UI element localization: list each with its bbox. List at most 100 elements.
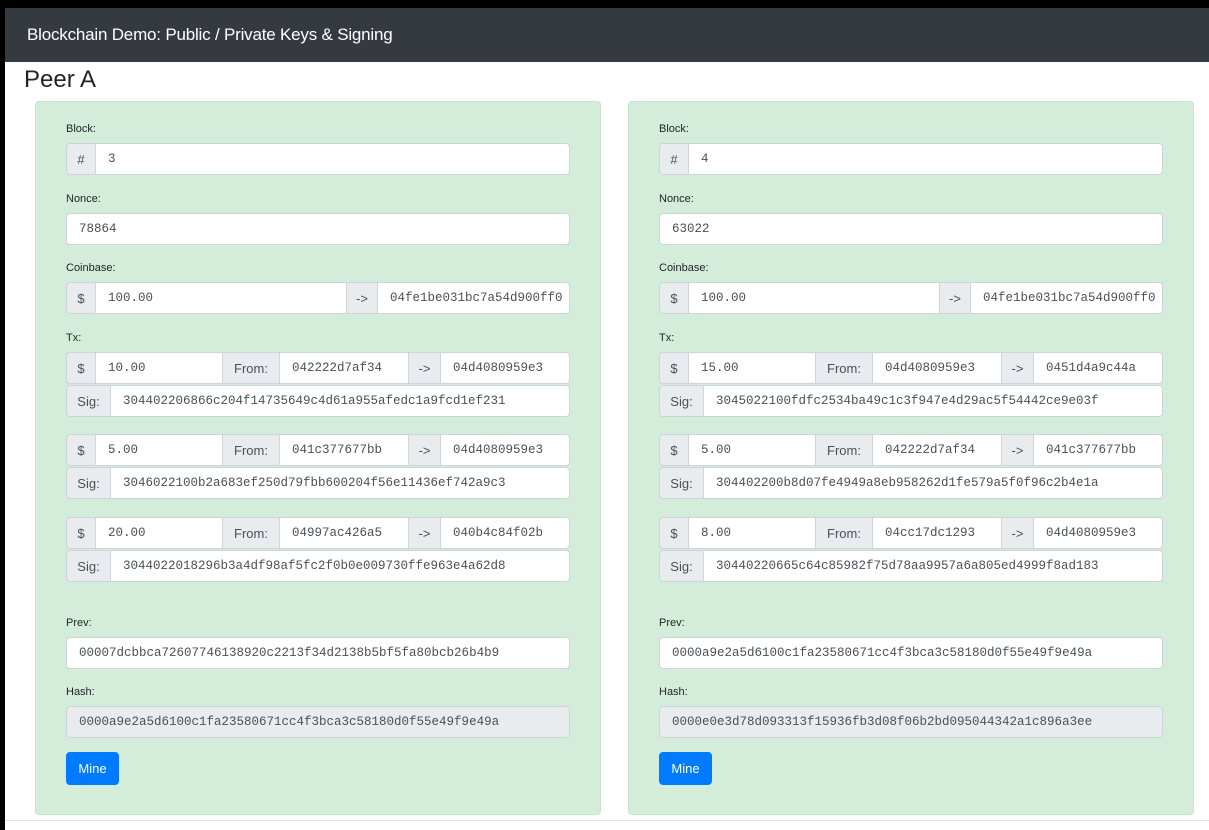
tx-sig-input[interactable]: 30440220665c64c85982f75d78aa9957a6a805ed… [703,550,1163,582]
mine-button[interactable]: Mine [66,752,119,785]
arrow-addon: -> [1001,352,1034,384]
tx-from-input[interactable]: 042222d7af34 [279,352,409,384]
tx-sig-row: Sig: 304402206866c204f14735649c4d61a955a… [66,385,570,417]
prev-value: 00007dcbbca72607746138920c2213f34d2138b5… [79,646,500,660]
tx-sig-row: Sig: 3046022100b2a683ef250d79fbb600204f5… [66,467,570,499]
dollar-addon: $ [66,352,96,384]
sig-addon: Sig: [66,385,111,417]
tx-to-input[interactable]: 04d4080959e3 [440,434,570,466]
hash-label: Hash: [659,686,688,698]
tx-sig-row: Sig: 3044022018296b3a4df98af5fc2f0b0e009… [66,550,570,582]
nonce-value: 63022 [672,222,710,236]
tx-sig-row: Sig: 30440220665c64c85982f75d78aa9957a6a… [659,550,1163,582]
tx-to-input[interactable]: 040b4c84f02b [440,517,570,549]
coinbase-group: $ 100.00 -> 04fe1be031bc7a54d900ff0 [66,282,570,314]
coinbase-label: Coinbase: [66,262,116,274]
prev-value: 0000a9e2a5d6100c1fa23580671cc4f3bca3c581… [672,646,1093,660]
nonce-label: Nonce: [66,193,101,205]
dollar-addon: $ [659,434,689,466]
nonce-input[interactable]: 78864 [66,213,570,245]
hash-field: 0000a9e2a5d6100c1fa23580671cc4f3bca3c581… [66,706,570,738]
from-addon: From: [222,434,280,466]
navbar: Blockchain Demo: Public / Private Keys &… [5,8,1209,62]
block-label: Block: [66,123,96,135]
tx-row: $ 5.00 From: 042222d7af34 -> 041c377677b… [659,434,1163,466]
tx-sig-input[interactable]: 3046022100b2a683ef250d79fbb600204f56e114… [110,467,570,499]
dollar-addon: $ [659,517,689,549]
block-number-group: # 3 [66,143,570,175]
tx-from-input[interactable]: 042222d7af34 [872,434,1002,466]
tx-row: $ 10.00 From: 042222d7af34 -> 04d4080959… [66,352,570,384]
arrow-addon: -> [1001,434,1034,466]
tx-amount-input[interactable]: 5.00 [688,434,816,466]
prev-label: Prev: [66,617,92,629]
tx-from-input[interactable]: 04d4080959e3 [872,352,1002,384]
dollar-addon: $ [66,282,96,314]
coinbase-amount-input[interactable]: 100.00 [95,282,347,314]
tx-amount-input[interactable]: 8.00 [688,517,816,549]
coinbase-amount-input[interactable]: 100.00 [688,282,940,314]
tx-to-input[interactable]: 0451d4a9c44a [1033,352,1163,384]
coinbase-to-input[interactable]: 04fe1be031bc7a54d900ff0 [970,282,1163,314]
coinbase-label: Coinbase: [659,262,709,274]
nonce-label: Nonce: [659,193,694,205]
dollar-addon: $ [659,282,689,314]
mine-button[interactable]: Mine [659,752,712,785]
block-number-input[interactable]: 4 [688,143,1163,175]
coinbase-to-input[interactable]: 04fe1be031bc7a54d900ff0 [377,282,570,314]
tx-sig-input[interactable]: 304402200b8d07fe4949a8eb958262d1fe579a5f… [703,467,1163,499]
hash-symbol-addon: # [659,143,689,175]
tx-from-input[interactable]: 041c377677bb [279,434,409,466]
arrow-addon: -> [346,282,378,314]
arrow-addon: -> [408,434,441,466]
tx-row: $ 20.00 From: 04997ac426a5 -> 040b4c84f0… [66,517,570,549]
prev-input[interactable]: 0000a9e2a5d6100c1fa23580671cc4f3bca3c581… [659,637,1163,669]
prev-input[interactable]: 00007dcbbca72607746138920c2213f34d2138b5… [66,637,570,669]
arrow-addon: -> [408,352,441,384]
sig-addon: Sig: [66,550,111,582]
hash-value: 0000a9e2a5d6100c1fa23580671cc4f3bca3c581… [79,715,500,729]
nonce-input[interactable]: 63022 [659,213,1163,245]
navbar-title[interactable]: Blockchain Demo: Public / Private Keys &… [27,25,393,45]
dollar-addon: $ [659,352,689,384]
tx-row: $ 5.00 From: 041c377677bb -> 04d4080959e… [66,434,570,466]
tx-to-input[interactable]: 041c377677bb [1033,434,1163,466]
block-card-3: Block: # 3 Nonce: 78864 Coinbase: $ 100.… [35,101,601,815]
tx-amount-input[interactable]: 10.00 [95,352,223,384]
tx-from-input[interactable]: 04cc17dc1293 [872,517,1002,549]
tx-amount-input[interactable]: 15.00 [688,352,816,384]
window-frame-top [0,0,1209,8]
from-addon: From: [815,517,873,549]
block-number-input[interactable]: 3 [95,143,570,175]
from-addon: From: [815,352,873,384]
hash-value: 0000e0e3d78d093313f15936fb3d08f06b2bd095… [672,715,1093,729]
divider [5,820,1209,821]
peer-title: Peer A [24,66,97,93]
window-frame-left [0,0,5,830]
block-card-4: Block: # 4 Nonce: 63022 Coinbase: $ 100.… [628,101,1194,815]
block-number-group: # 4 [659,143,1163,175]
from-addon: From: [222,352,280,384]
arrow-addon: -> [939,282,971,314]
dollar-addon: $ [66,517,96,549]
tx-sig-input[interactable]: 304402206866c204f14735649c4d61a955afedc1… [110,385,570,417]
prev-label: Prev: [659,617,685,629]
coinbase-group: $ 100.00 -> 04fe1be031bc7a54d900ff0 [659,282,1163,314]
tx-from-input[interactable]: 04997ac426a5 [279,517,409,549]
tx-sig-input[interactable]: 3045022100fdfc2534ba49c1c3f947e4d29ac5f5… [703,385,1163,417]
tx-to-input[interactable]: 04d4080959e3 [1033,517,1163,549]
block-label: Block: [659,123,689,135]
from-addon: From: [815,434,873,466]
tx-to-input[interactable]: 04d4080959e3 [440,352,570,384]
tx-sig-row: Sig: 3045022100fdfc2534ba49c1c3f947e4d29… [659,385,1163,417]
tx-amount-input[interactable]: 20.00 [95,517,223,549]
tx-amount-input[interactable]: 5.00 [95,434,223,466]
arrow-addon: -> [1001,517,1034,549]
sig-addon: Sig: [659,550,704,582]
sig-addon: Sig: [659,385,704,417]
hash-symbol-addon: # [66,143,96,175]
hash-field: 0000e0e3d78d093313f15936fb3d08f06b2bd095… [659,706,1163,738]
tx-sig-input[interactable]: 3044022018296b3a4df98af5fc2f0b0e009730ff… [110,550,570,582]
hash-label: Hash: [66,686,95,698]
dollar-addon: $ [66,434,96,466]
